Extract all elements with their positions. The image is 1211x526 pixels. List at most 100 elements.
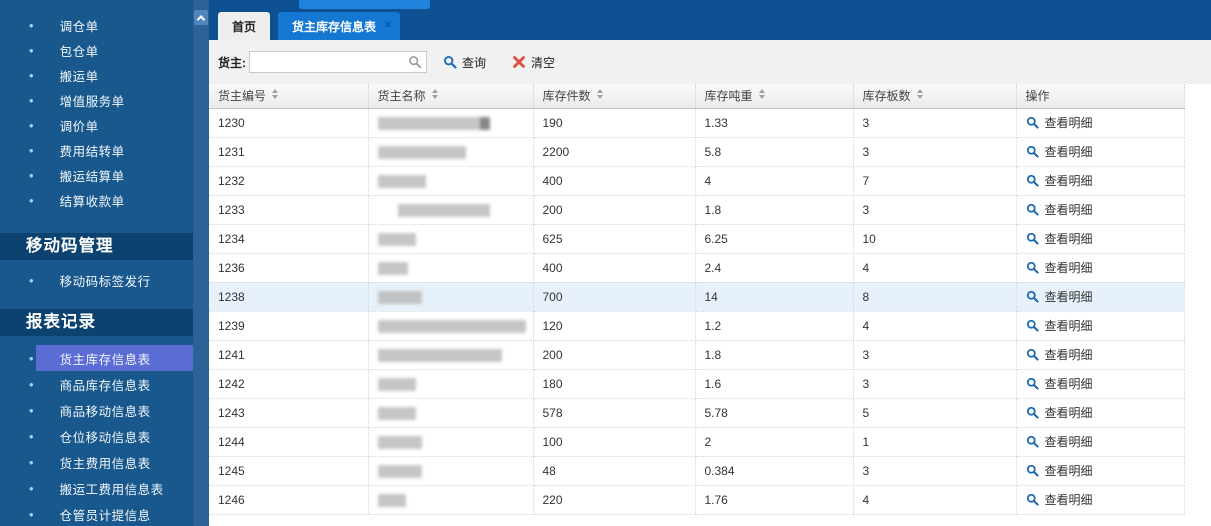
- cell-owner-id: 1230: [209, 108, 369, 138]
- topbar-button-partial[interactable]: [299, 0, 430, 9]
- cell-actions: 查看明细: [1016, 427, 1185, 457]
- sidebar-item[interactable]: • 费用结转单: [0, 138, 193, 163]
- cell-stock-pieces: 400: [533, 166, 696, 196]
- cell-owner-id: 1233: [209, 195, 369, 225]
- sidebar-scrollbar[interactable]: [193, 0, 209, 526]
- sidebar-item[interactable]: • 商品库存信息表: [0, 371, 193, 397]
- owner-filter-label: 货主:: [218, 55, 246, 70]
- sidebar-item[interactable]: • 仓位移动信息表: [0, 423, 193, 449]
- column-header[interactable]: 货主名称: [368, 84, 534, 109]
- table-row[interactable]: 1230 190 1.33 3 查看明细: [209, 108, 1185, 138]
- view-detail-link[interactable]: 查看明细: [1026, 172, 1093, 189]
- column-header-label: 库存件数: [542, 89, 591, 104]
- table-row[interactable]: 1245 48 0.384 3 查看明细: [209, 456, 1185, 486]
- search-icon: [409, 56, 422, 69]
- table-row[interactable]: 1244 100 2 1 查看明细: [209, 427, 1185, 457]
- view-detail-link[interactable]: 查看明细: [1026, 230, 1093, 247]
- sidebar-item[interactable]: • 货主费用信息表: [0, 449, 193, 475]
- view-detail-link[interactable]: 查看明细: [1026, 259, 1093, 276]
- cell-stock-pieces: 200: [533, 195, 696, 225]
- cell-stock-pieces: 48: [533, 456, 696, 486]
- view-detail-link[interactable]: 查看明细: [1026, 114, 1093, 131]
- view-detail-link[interactable]: 查看明细: [1026, 491, 1093, 508]
- column-header[interactable]: 货主编号: [209, 84, 369, 109]
- cell-stock-pieces: 120: [533, 311, 696, 341]
- sidebar-item-label: 增值服务单: [59, 95, 125, 109]
- table-row[interactable]: 1236 400 2.4 4 查看明细: [209, 253, 1185, 283]
- table-row[interactable]: 1231 2200 5.8 3 查看明细: [209, 137, 1185, 167]
- redacted-owner-name: [377, 174, 426, 188]
- cell-stock-tons: 5.8: [695, 137, 854, 167]
- view-detail-link[interactable]: 查看明细: [1026, 462, 1093, 479]
- table-row[interactable]: 1232 400 4 7 查看明细: [209, 166, 1185, 196]
- sidebar-item-label: 货主费用信息表: [59, 456, 151, 471]
- cell-actions: 查看明细: [1016, 398, 1185, 428]
- sidebar-section-reports[interactable]: 报表记录: [0, 309, 193, 336]
- view-detail-label: 查看明细: [1044, 144, 1093, 159]
- sidebar-item[interactable]: • 移动码标签发行: [0, 268, 193, 293]
- sidebar-item[interactable]: • 调仓单: [0, 13, 193, 38]
- sidebar-item[interactable]: • 调价单: [0, 113, 193, 138]
- cell-actions: 查看明细: [1016, 253, 1185, 283]
- view-detail-link[interactable]: 查看明细: [1026, 404, 1093, 421]
- view-detail-link[interactable]: 查看明细: [1026, 433, 1093, 450]
- sidebar-item-label: 搬运工费用信息表: [59, 482, 164, 497]
- cell-owner-id: 1244: [209, 427, 369, 457]
- sidebar-section-mobile-code[interactable]: 移动码管理: [0, 233, 193, 260]
- cell-owner-name: [368, 108, 534, 138]
- query-button-label: 查询: [462, 55, 487, 70]
- column-header[interactable]: 库存板数: [853, 84, 1017, 109]
- column-header[interactable]: 操作: [1016, 84, 1185, 109]
- sidebar-top-menu: • 调仓单 • 包仓单 • 搬运单 • 增值服务单 • 调价单 • 费用结转单 …: [0, 13, 193, 213]
- cell-stock-pieces: 100: [533, 427, 696, 457]
- column-header[interactable]: 库存吨重: [695, 84, 854, 109]
- sidebar-item[interactable]: • 仓管员计提信息: [0, 501, 193, 526]
- owner-search-input[interactable]: [250, 52, 426, 72]
- view-detail-link[interactable]: 查看明细: [1026, 143, 1093, 160]
- table-row[interactable]: 1241 200 1.8 3 查看明细: [209, 340, 1185, 370]
- scroll-up-button[interactable]: [194, 10, 208, 25]
- sidebar-item[interactable]: • 包仓单: [0, 38, 193, 63]
- cell-stock-tons: 14: [695, 282, 854, 312]
- view-detail-link[interactable]: 查看明细: [1026, 346, 1093, 363]
- cell-stock-pieces: 625: [533, 224, 696, 254]
- sidebar-item[interactable]: • 搬运结算单: [0, 163, 193, 188]
- sidebar-item[interactable]: • 货主库存信息表: [0, 345, 193, 371]
- tab-label: 货主库存信息表: [292, 19, 377, 34]
- column-header[interactable]: 库存件数: [533, 84, 696, 109]
- clear-button[interactable]: 清空: [512, 54, 555, 71]
- sidebar-item[interactable]: • 增值服务单: [0, 88, 193, 113]
- view-detail-label: 查看明细: [1044, 434, 1093, 449]
- search-icon: [1026, 493, 1039, 506]
- query-button[interactable]: 查询: [443, 54, 486, 71]
- sidebar-item-label: 结算收款单: [59, 195, 125, 209]
- cell-actions: 查看明细: [1016, 108, 1185, 138]
- sidebar-item[interactable]: • 搬运单: [0, 63, 193, 88]
- cell-actions: 查看明细: [1016, 166, 1185, 196]
- close-tab-icon[interactable]: ✕: [384, 21, 392, 31]
- data-grid: 货主编号 货主名称 库存件数 库存吨重 库存板数 操作 1230 190 1.3…: [209, 84, 1211, 526]
- view-detail-link[interactable]: 查看明细: [1026, 201, 1093, 218]
- table-row[interactable]: 1234 625 6.25 10 查看明细: [209, 224, 1185, 254]
- tab-home[interactable]: 首页: [218, 12, 271, 40]
- view-detail-link[interactable]: 查看明细: [1026, 375, 1093, 392]
- cell-owner-name: [368, 427, 534, 457]
- table-row[interactable]: 1239 120 1.2 4 查看明细: [209, 311, 1185, 341]
- table-row[interactable]: 1242 180 1.6 3 查看明细: [209, 369, 1185, 399]
- redacted-owner-name: [377, 377, 416, 391]
- table-row[interactable]: 1233 200 1.8 3 查看明细: [209, 195, 1185, 225]
- sidebar-item[interactable]: • 商品移动信息表: [0, 397, 193, 423]
- cell-owner-id: 1236: [209, 253, 369, 283]
- table-row[interactable]: 1243 578 5.78 5 查看明细: [209, 398, 1185, 428]
- view-detail-link[interactable]: 查看明细: [1026, 288, 1093, 305]
- cell-stock-pieces: 578: [533, 398, 696, 428]
- sidebar-item[interactable]: • 结算收款单: [0, 188, 193, 213]
- tab-owner-inventory[interactable]: 货主库存信息表 ✕: [278, 12, 401, 40]
- sidebar-item[interactable]: • 搬运工费用信息表: [0, 475, 193, 501]
- sidebar-item-label: 调仓单: [59, 20, 99, 34]
- table-row[interactable]: 1246 220 1.76 4 查看明细: [209, 485, 1185, 515]
- sidebar-item-label: 搬运单: [59, 70, 99, 84]
- table-row[interactable]: 1238 700 14 8 查看明细: [209, 282, 1185, 312]
- view-detail-link[interactable]: 查看明细: [1026, 317, 1093, 334]
- cell-stock-pallets: 3: [853, 108, 1017, 138]
